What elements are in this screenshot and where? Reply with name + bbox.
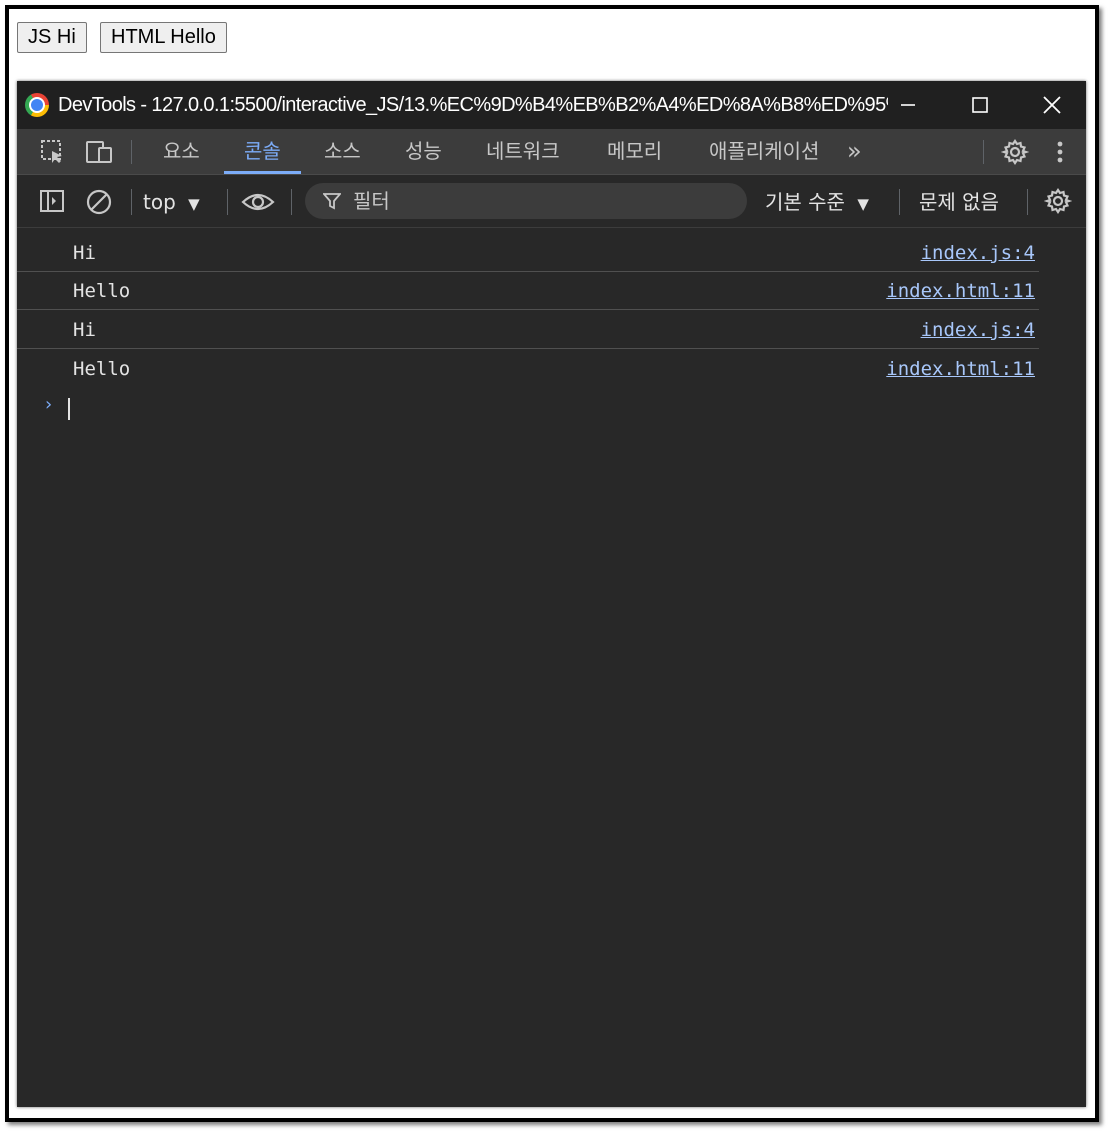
toolbar-divider xyxy=(1027,189,1028,215)
toolbar-divider xyxy=(899,189,900,215)
inspect-element-icon[interactable] xyxy=(39,139,67,165)
tab-sources[interactable]: 소스 xyxy=(304,129,381,174)
minimize-button[interactable] xyxy=(872,81,944,129)
device-toolbar-icon[interactable] xyxy=(85,139,115,165)
console-message-text: Hi xyxy=(73,242,96,264)
toolbar-divider xyxy=(131,140,132,164)
console-message-source-link[interactable]: index.html:11 xyxy=(886,357,1035,381)
toolbar-divider xyxy=(291,189,292,215)
more-tabs-icon[interactable]: » xyxy=(839,129,870,174)
settings-gear-icon[interactable] xyxy=(1001,138,1029,166)
console-message-source-link[interactable]: index.js:4 xyxy=(921,318,1035,342)
console-message-text: Hi xyxy=(73,319,96,341)
tab-console[interactable]: 콘솔 xyxy=(224,129,301,174)
html-hello-button[interactable]: HTML Hello xyxy=(100,22,227,53)
tab-performance[interactable]: 성능 xyxy=(385,129,462,174)
console-message: Hello index.html:11 xyxy=(17,350,1039,388)
context-selector[interactable]: top ▼ xyxy=(143,187,200,217)
console-message: Hi index.js:4 xyxy=(17,234,1039,272)
console-settings-gear-icon[interactable] xyxy=(1044,187,1072,215)
console-output: Hi index.js:4 Hello index.html:11 Hi ind… xyxy=(17,228,1086,1107)
filter-placeholder: 필터 xyxy=(353,189,390,213)
clear-console-icon[interactable] xyxy=(85,188,113,216)
console-message-source-link[interactable]: index.html:11 xyxy=(886,279,1035,303)
console-message-text: Hello xyxy=(73,358,131,380)
console-prompt-chevron-icon: › xyxy=(43,394,54,415)
dropdown-arrow-icon: ▼ xyxy=(857,195,869,213)
context-selector-label: top xyxy=(143,190,176,214)
toolbar-divider xyxy=(227,189,228,215)
window-title: DevTools - 127.0.0.1:5500/interactive_JS… xyxy=(58,94,888,116)
minimize-icon xyxy=(901,104,915,106)
issues-counter[interactable]: 문제 없음 xyxy=(919,187,999,217)
close-button[interactable] xyxy=(1016,81,1088,129)
devtools-titlebar: DevTools - 127.0.0.1:5500/interactive_JS… xyxy=(17,81,1086,129)
console-message-text: Hello xyxy=(73,280,131,302)
js-hi-button[interactable]: JS Hi xyxy=(17,22,87,53)
browser-frame: JS Hi HTML Hello DevTools - 127.0.0.1:55… xyxy=(5,5,1099,1122)
tab-network[interactable]: 네트워크 xyxy=(466,129,580,174)
log-level-label: 기본 수준 xyxy=(765,190,845,214)
tab-elements[interactable]: 요소 xyxy=(143,129,220,174)
dropdown-arrow-icon: ▼ xyxy=(188,195,200,213)
more-options-icon[interactable] xyxy=(1050,138,1070,166)
main-tab-toolbar: 요소 콘솔 소스 성능 네트워크 메모리 애플리케이션 » xyxy=(17,129,1086,175)
console-message: Hello index.html:11 xyxy=(17,272,1039,310)
maximize-icon xyxy=(972,97,988,113)
maximize-button[interactable] xyxy=(944,81,1016,129)
console-toolbar: top ▼ 필터 기본 수준 ▼ 문제 없음 xyxy=(17,175,1086,228)
tab-application[interactable]: 애플리케이션 xyxy=(689,129,839,174)
console-input-caret[interactable] xyxy=(68,398,70,420)
log-level-selector[interactable]: 기본 수준 ▼ xyxy=(765,187,869,219)
close-icon xyxy=(1043,96,1061,114)
console-message: Hi index.js:4 xyxy=(17,311,1039,349)
devtools-window: DevTools - 127.0.0.1:5500/interactive_JS… xyxy=(17,81,1086,1107)
toolbar-divider xyxy=(983,140,984,164)
console-message-source-link[interactable]: index.js:4 xyxy=(921,241,1035,265)
sidebar-toggle-icon[interactable] xyxy=(39,188,65,214)
toolbar-divider xyxy=(131,189,132,215)
filter-input[interactable]: 필터 xyxy=(305,183,747,219)
chrome-logo-icon xyxy=(25,93,49,117)
filter-funnel-icon xyxy=(323,193,341,210)
live-expression-eye-icon[interactable] xyxy=(241,187,275,217)
tab-memory[interactable]: 메모리 xyxy=(587,129,682,174)
